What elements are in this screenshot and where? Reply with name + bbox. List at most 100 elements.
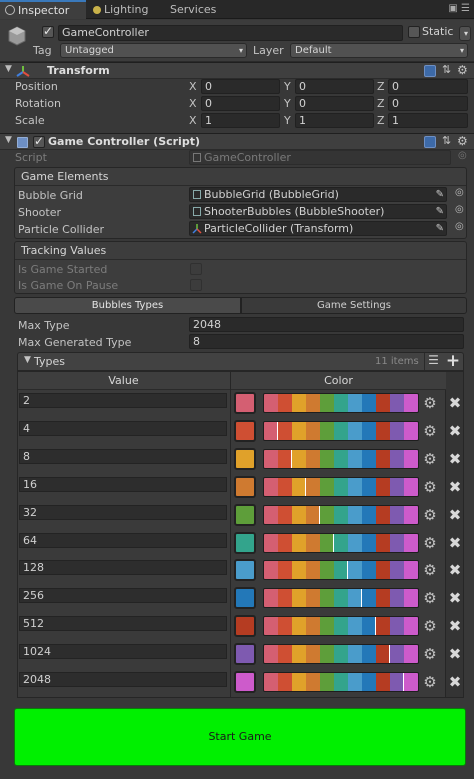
palette-settings-gear-icon[interactable]: ⚙ [421, 559, 439, 581]
type-value-field[interactable]: 2 [19, 393, 227, 408]
palette-color-chip[interactable] [320, 561, 334, 580]
palette-color-chip[interactable] [264, 421, 278, 440]
palette-color-chip[interactable] [306, 394, 320, 412]
object-picker-icon[interactable]: ◎ [455, 204, 464, 215]
types-list-header[interactable]: ▼ Types 11 items ☰ + [17, 351, 464, 371]
palette-color-chip[interactable] [362, 617, 376, 636]
foldout-arrow-icon[interactable]: ▼ [5, 64, 12, 74]
color-palette[interactable] [263, 672, 419, 692]
color-palette[interactable] [263, 420, 419, 441]
type-color-swatch[interactable] [234, 475, 256, 498]
palette-color-chip[interactable] [278, 561, 292, 580]
palette-color-chip[interactable] [264, 561, 278, 580]
palette-color-chip[interactable] [376, 561, 390, 580]
object-picker-icon[interactable]: ◎ [455, 221, 464, 232]
palette-color-chip[interactable] [362, 673, 376, 691]
palette-color-chip[interactable] [292, 394, 306, 412]
transform-header[interactable]: ▼ Transform ⇅ ⚙ [0, 62, 474, 79]
palette-color-chip[interactable] [305, 477, 321, 496]
palette-color-chip[interactable] [334, 589, 348, 608]
palette-color-chip[interactable] [278, 533, 292, 552]
palette-color-chip[interactable] [278, 449, 292, 468]
color-palette[interactable] [263, 532, 419, 553]
palette-color-chip[interactable] [264, 617, 278, 636]
palette-color-chip[interactable] [334, 645, 348, 664]
type-value-field[interactable]: 32 [19, 504, 227, 520]
remove-item-icon[interactable]: ✖ [446, 420, 464, 442]
palette-color-chip[interactable] [348, 645, 362, 664]
palette-color-chip[interactable] [292, 533, 306, 552]
palette-color-chip[interactable] [334, 561, 348, 580]
palette-color-chip[interactable] [292, 421, 306, 440]
palette-color-chip[interactable] [348, 617, 362, 636]
palette-color-chip[interactable] [404, 421, 418, 440]
list-menu-icon[interactable]: ☰ [424, 353, 442, 370]
tab-bubbles-types[interactable]: Bubbles Types [14, 297, 241, 314]
type-color-swatch[interactable] [234, 587, 256, 610]
palette-color-chip[interactable] [306, 449, 320, 468]
particle-collider-field[interactable]: ParticleCollider (Transform) ✎ [189, 221, 447, 236]
start-game-button[interactable]: Start Game [14, 708, 466, 766]
palette-color-chip[interactable] [390, 505, 404, 524]
window-menu[interactable]: ▣ ☰ [448, 3, 470, 14]
palette-color-chip[interactable] [319, 505, 335, 524]
color-palette[interactable] [263, 393, 419, 413]
pencil-icon[interactable]: ✎ [436, 205, 444, 218]
palette-color-chip[interactable] [376, 421, 390, 440]
palette-settings-gear-icon[interactable]: ⚙ [421, 643, 439, 665]
max-generated-type-field[interactable]: 8 [189, 334, 464, 349]
palette-color-chip[interactable] [376, 589, 390, 608]
palette-color-chip[interactable] [292, 561, 306, 580]
type-color-swatch[interactable] [234, 643, 256, 666]
type-value-field[interactable]: 8 [19, 448, 227, 464]
palette-color-chip[interactable] [334, 617, 348, 636]
remove-item-icon[interactable]: ✖ [446, 448, 464, 470]
color-palette[interactable] [263, 644, 419, 665]
type-color-swatch[interactable] [234, 671, 256, 693]
palette-color-chip[interactable] [306, 645, 320, 664]
palette-color-chip[interactable] [389, 645, 405, 664]
palette-color-chip[interactable] [404, 645, 418, 664]
palette-color-chip[interactable] [278, 589, 292, 608]
palette-color-chip[interactable] [264, 449, 278, 468]
lock-icon[interactable]: ▣ [448, 3, 457, 14]
palette-color-chip[interactable] [404, 394, 418, 412]
palette-color-chip[interactable] [348, 394, 362, 412]
type-value-field[interactable]: 256 [19, 588, 227, 604]
palette-color-chip[interactable] [264, 505, 278, 524]
type-color-swatch[interactable] [234, 392, 256, 414]
palette-color-chip[interactable] [306, 617, 320, 636]
color-palette[interactable] [263, 504, 419, 525]
palette-color-chip[interactable] [376, 477, 390, 496]
palette-color-chip[interactable] [348, 533, 362, 552]
palette-color-chip[interactable] [362, 505, 376, 524]
layer-dropdown[interactable]: Default ▾ [290, 43, 468, 58]
palette-color-chip[interactable] [404, 449, 418, 468]
palette-color-chip[interactable] [348, 449, 362, 468]
palette-color-chip[interactable] [334, 421, 348, 440]
palette-color-chip[interactable] [320, 617, 334, 636]
type-value-field[interactable]: 16 [19, 476, 227, 492]
tab-inspector[interactable]: Inspector [0, 0, 86, 19]
palette-color-chip[interactable] [376, 505, 390, 524]
palette-color-chip[interactable] [264, 589, 278, 608]
palette-color-chip[interactable] [362, 449, 376, 468]
palette-color-chip[interactable] [306, 533, 320, 552]
palette-color-chip[interactable] [292, 505, 306, 524]
tab-game-settings[interactable]: Game Settings [241, 297, 467, 314]
foldout-arrow-icon[interactable]: ▼ [5, 135, 12, 145]
remove-item-icon[interactable]: ✖ [446, 559, 464, 581]
preset-icon[interactable]: ⇅ [442, 134, 451, 147]
palette-color-chip[interactable] [404, 505, 418, 524]
palette-color-chip[interactable] [306, 673, 320, 691]
rotation-z-field[interactable]: 0 [388, 96, 468, 111]
palette-color-chip[interactable] [376, 673, 390, 691]
palette-color-chip[interactable] [264, 673, 278, 691]
palette-color-chip[interactable] [306, 561, 320, 580]
pencil-icon[interactable]: ✎ [436, 188, 444, 201]
palette-color-chip[interactable] [404, 477, 418, 496]
palette-color-chip[interactable] [334, 673, 348, 691]
bubble-grid-field[interactable]: BubbleGrid (BubbleGrid) ✎ [189, 187, 447, 202]
palette-color-chip[interactable] [403, 673, 418, 691]
type-color-swatch[interactable] [234, 503, 256, 526]
